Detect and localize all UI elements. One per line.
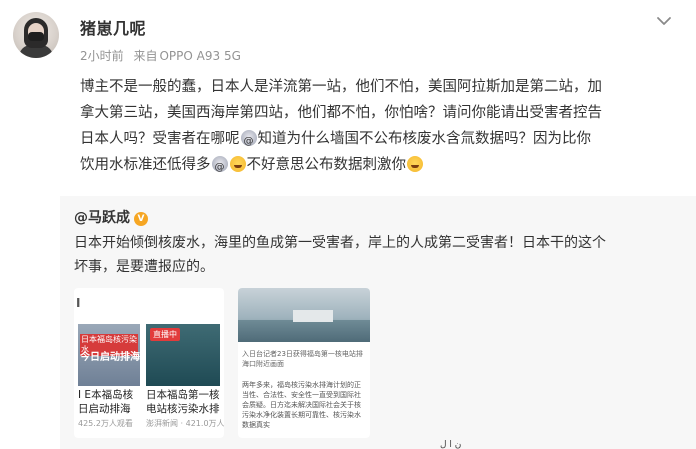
video2-views: 澎湃新闻 · 421.0万人看 xyxy=(146,419,224,428)
video1-caption-big: 今日启动排海 xyxy=(80,352,140,363)
post-line-3b: 知道为什么墙国不公布核废水含氚数据吗？因为比你 xyxy=(257,131,592,147)
post-line-4a: 饮用水标准还低得多 xyxy=(80,157,211,173)
side-mark: Ⅰ xyxy=(76,296,81,310)
footer-strip: ن ا ل xyxy=(440,440,462,449)
grin-emoji-icon xyxy=(407,156,423,172)
post-header: 猪崽几呢 2小时前 来自 OPPO A93 5G xyxy=(0,0,696,70)
video1-views: 425.2万人观看 xyxy=(78,419,133,428)
video-thumbnail-2[interactable]: 直播中 xyxy=(146,324,220,386)
repost-text: 日本开始倾倒核废水，海里的鱼成第一受害者，岸上的人成第二受害者！日本干的这个 坏… xyxy=(74,231,686,279)
post-text: 博主不是一般的蠢，日本人是洋流第一站，他们不怕，美国阿拉斯加是第二站，加 拿大第… xyxy=(80,74,680,181)
username[interactable]: 猪崽几呢 xyxy=(80,15,146,39)
avatar-mask xyxy=(28,32,44,41)
dizzy-emoji-icon xyxy=(240,129,257,155)
news-text: 两年多来，福岛核污染水排海计划的正当性、合法性、安全性一直受到国际社会质疑。日方… xyxy=(242,381,361,429)
video2-title[interactable]: 日本福岛第一核电站核污染水排海 xyxy=(146,388,220,416)
repost-card[interactable]: @马跃成 V 日本开始倾倒核废水，海里的鱼成第一受害者，岸上的人成第二受害者！日本… xyxy=(60,196,696,449)
post-line-4b: 不好意思公布数据刺激你 xyxy=(246,157,407,173)
post-line-3a: 日本人吗？受害者在哪呢 xyxy=(80,131,240,147)
verified-badge-icon: V xyxy=(134,212,148,226)
post-source-prefix: 来自 xyxy=(133,49,158,63)
chevron-down-icon[interactable] xyxy=(655,12,673,30)
post-time: 2小时前 xyxy=(80,49,124,63)
video-card-group: Ⅰ 日本福岛核污染水 今日启动排海 Ⅰ E本福岛核日启动排海 425.2万人观看… xyxy=(74,288,224,438)
repost-author-name[interactable]: @马跃成 xyxy=(74,210,130,226)
news-image-water xyxy=(238,320,370,342)
grin-emoji-icon xyxy=(229,156,246,172)
avatar[interactable] xyxy=(13,12,59,58)
repost-text-line-1: 日本开始倾倒核废水，海里的鱼成第一受害者，岸上的人成第二受害者！日本干的这个 xyxy=(74,235,606,251)
dizzy-emoji-icon xyxy=(211,155,228,181)
repost-text-line-2: 坏事，是要遭报应的。 xyxy=(74,259,214,275)
news-card[interactable]: 入日台记者23日获得福岛第一核电站排海口附近画面 两年多来，福岛核污染水排海计划… xyxy=(238,288,370,438)
video1-title[interactable]: Ⅰ E本福岛核日启动排海 xyxy=(78,388,140,416)
live-badge: 直播中 xyxy=(150,328,180,341)
video-thumbnail-1[interactable]: 日本福岛核污染水 今日启动排海 xyxy=(78,324,140,386)
post-line-1: 博主不是一般的蠢，日本人是洋流第一站，他们不怕，美国阿拉斯加是第二站，加 xyxy=(80,79,602,95)
news-image xyxy=(238,288,370,342)
repost-author[interactable]: @马跃成 V xyxy=(74,207,148,227)
news-image-plant xyxy=(293,310,333,322)
post-line-4: 饮用水标准还低得多 不好意思公布数据刺激你 xyxy=(80,152,680,181)
news-caption: 入日台记者23日获得福岛第一核电站排海口附近画面 xyxy=(242,350,363,368)
post-source-device[interactable]: OPPO A93 5G xyxy=(159,49,240,63)
post-meta: 2小时前 来自 OPPO A93 5G xyxy=(80,47,247,64)
post-line-3: 日本人吗？受害者在哪呢 知道为什么墙国不公布核废水含氚数据吗？因为比你 xyxy=(80,126,680,155)
post-line-2: 拿大第三站，美国西海岸第四站，他们都不怕，你怕啥？请问你能请出受害者控告 xyxy=(80,105,602,121)
